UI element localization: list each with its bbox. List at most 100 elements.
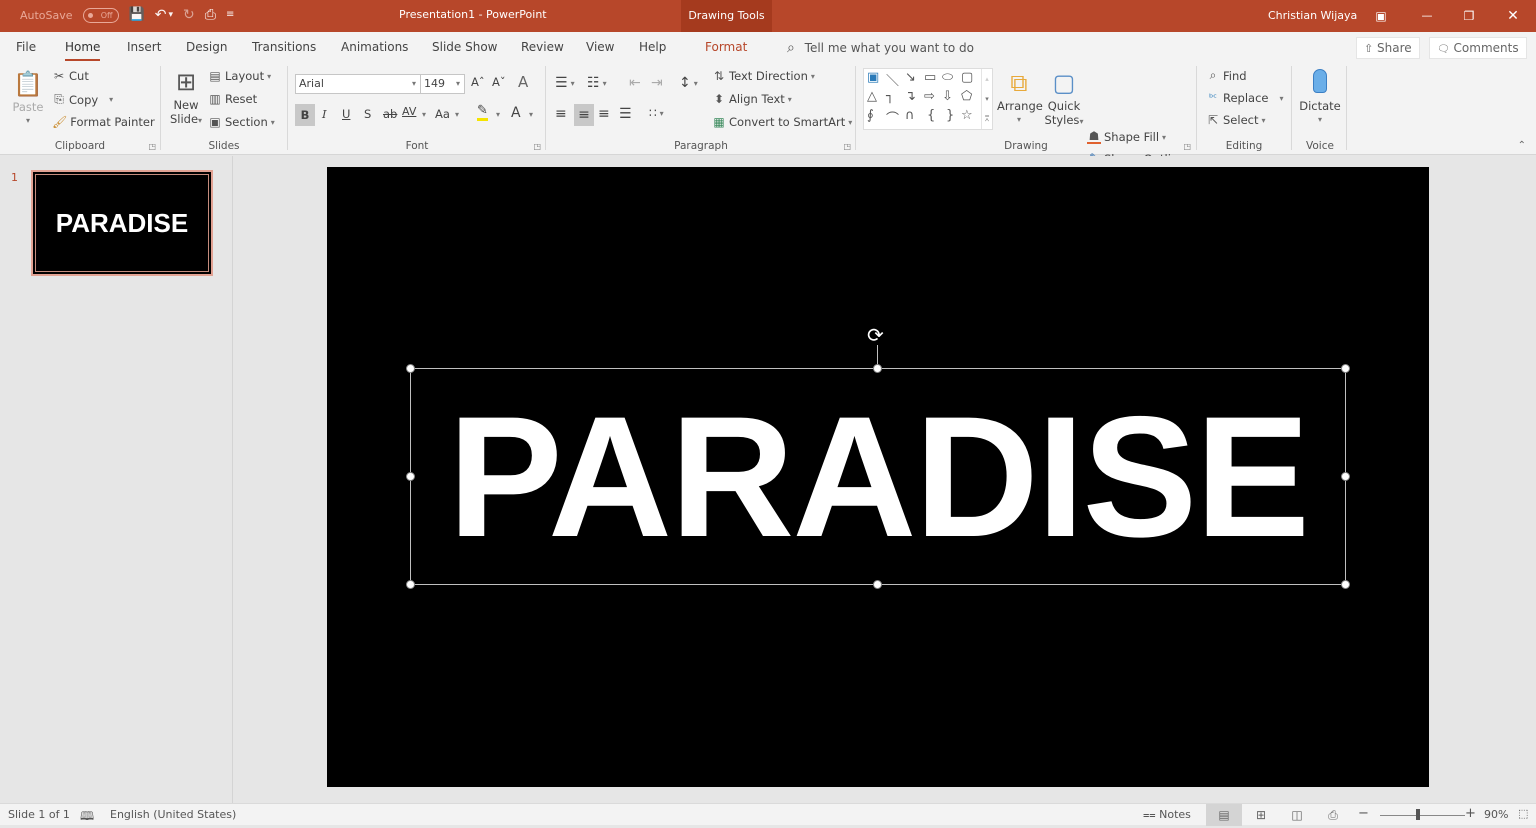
- decrease-font-size-button[interactable]: Aˇ: [492, 75, 506, 89]
- font-dialog-launcher-icon[interactable]: ◳: [533, 142, 541, 151]
- section-button[interactable]: ▣ Section ▾: [208, 115, 274, 129]
- tab-insert[interactable]: Insert: [127, 40, 161, 54]
- save-icon[interactable]: 💾: [129, 7, 145, 23]
- dictate-button[interactable]: Dictate ▾: [1297, 67, 1343, 127]
- character-spacing-button[interactable]: AV: [402, 105, 416, 118]
- notes-button[interactable]: ⩵ Notes: [1143, 808, 1191, 822]
- arrange-button[interactable]: ⧉ Arrange ▾: [997, 67, 1043, 127]
- slide-title-text[interactable]: PARADISE: [411, 369, 1345, 584]
- resize-handle-left[interactable]: [406, 472, 415, 481]
- autosave-toggle[interactable]: Off: [82, 7, 119, 23]
- gallery-more-icon[interactable]: ⩞: [982, 109, 992, 129]
- shape-elbow-connector-icon[interactable]: ┐: [886, 89, 894, 104]
- shape-rounded-rectangle-icon[interactable]: ▢: [961, 70, 973, 85]
- shape-arc-icon[interactable]: ⌒: [886, 108, 899, 127]
- align-center-icon[interactable]: ≡: [574, 104, 594, 126]
- shape-curve-icon[interactable]: ∩: [905, 108, 915, 123]
- text-shadow-button[interactable]: S: [364, 107, 371, 121]
- font-name-dropdown-icon[interactable]: ▾: [412, 75, 416, 93]
- increase-indent-icon[interactable]: ⇥: [651, 75, 663, 91]
- zoom-level[interactable]: 90%: [1484, 808, 1508, 821]
- cut-button[interactable]: ✂ Cut: [52, 69, 89, 83]
- zoom-in-icon[interactable]: +: [1465, 806, 1476, 821]
- increase-font-size-button[interactable]: Aˆ: [471, 75, 485, 89]
- strikethrough-button[interactable]: ab: [383, 107, 397, 121]
- reading-view-icon[interactable]: ◫: [1279, 804, 1315, 826]
- quick-styles-button[interactable]: ▢ Quick Styles▾: [1043, 67, 1085, 129]
- normal-view-icon[interactable]: ▤: [1206, 804, 1242, 826]
- zoom-slider-track[interactable]: [1380, 815, 1465, 816]
- align-right-icon[interactable]: ≡: [598, 106, 610, 122]
- new-slide-button[interactable]: ⊞ New Slide▾: [168, 66, 204, 128]
- restore-icon[interactable]: ❐: [1446, 0, 1492, 32]
- shape-right-arrow-icon[interactable]: ⇨: [924, 89, 935, 104]
- numbering-icon[interactable]: ☷ ▾: [587, 75, 607, 91]
- change-case-button[interactable]: Aa: [435, 107, 450, 121]
- select-button[interactable]: ⇱ Select ▾: [1206, 113, 1266, 127]
- highlight-color-icon[interactable]: ✎: [477, 104, 488, 121]
- tab-help[interactable]: Help: [639, 40, 666, 54]
- resize-handle-bottom-left[interactable]: [406, 580, 415, 589]
- shape-line-icon[interactable]: ＼: [886, 70, 899, 89]
- columns-icon[interactable]: ∷ ▾: [649, 106, 664, 120]
- tell-me-search[interactable]: ⌕ Tell me what you want to do: [787, 40, 974, 56]
- font-size-combo[interactable]: 149 ▾: [420, 74, 465, 94]
- font-color-button[interactable]: A: [511, 105, 521, 121]
- tab-review[interactable]: Review: [521, 40, 564, 54]
- shape-star-icon[interactable]: ☆: [961, 108, 973, 123]
- tab-slide-show[interactable]: Slide Show: [432, 40, 497, 54]
- character-spacing-dropdown-icon[interactable]: ▾: [422, 110, 426, 119]
- text-direction-button[interactable]: ⇅ Text Direction ▾: [712, 69, 815, 83]
- bold-button[interactable]: B: [295, 104, 315, 126]
- shape-left-brace-icon[interactable]: {: [927, 108, 935, 123]
- replace-button[interactable]: ᵇᶜ Replace ▾: [1206, 91, 1284, 105]
- shapes-gallery-scroll[interactable]: ▴ ▾ ⩞: [981, 69, 992, 129]
- tab-transitions[interactable]: Transitions: [252, 40, 316, 54]
- fit-to-window-icon[interactable]: ⬚: [1518, 807, 1528, 820]
- resize-handle-bottom-right[interactable]: [1341, 580, 1350, 589]
- share-button[interactable]: ⇧ Share: [1356, 37, 1420, 59]
- clear-formatting-icon[interactable]: A: [518, 73, 528, 91]
- shape-rectangle-icon[interactable]: ▭: [924, 70, 936, 85]
- shape-oval-icon[interactable]: ⬭: [942, 70, 953, 85]
- redo-icon[interactable]: ↻: [183, 7, 195, 23]
- zoom-slider-thumb[interactable]: [1416, 809, 1421, 820]
- align-left-icon[interactable]: ≡: [555, 106, 567, 122]
- shape-down-arrow-icon[interactable]: ⇩: [942, 89, 953, 104]
- tab-file[interactable]: File: [16, 40, 36, 54]
- change-case-dropdown-icon[interactable]: ▾: [455, 110, 459, 119]
- resize-handle-top-left[interactable]: [406, 364, 415, 373]
- close-icon[interactable]: ✕: [1490, 0, 1536, 32]
- collapse-ribbon-icon[interactable]: ⌃: [1518, 140, 1526, 151]
- shape-triangle-icon[interactable]: △: [867, 89, 877, 104]
- language-indicator[interactable]: English (United States): [110, 808, 236, 821]
- font-color-dropdown-icon[interactable]: ▾: [529, 110, 533, 119]
- minimize-icon[interactable]: —: [1404, 0, 1450, 32]
- rotate-handle-icon[interactable]: ⟳: [867, 325, 884, 345]
- find-button[interactable]: ⌕ Find: [1206, 68, 1247, 83]
- highlight-dropdown-icon[interactable]: ▾: [496, 110, 500, 119]
- shape-arrow-icon[interactable]: ↘: [905, 70, 916, 85]
- shapes-gallery[interactable]: ▣ ＼ ↘ ▭ ⬭ ▢ △ ┐ ↴ ⇨ ⇩ ⬠ ∮ ⌒ ∩ { } ☆ ▴ ▾ …: [863, 68, 993, 130]
- user-name[interactable]: Christian Wijaya: [1268, 9, 1357, 22]
- tab-design[interactable]: Design: [186, 40, 227, 54]
- justify-icon[interactable]: ☰: [619, 106, 632, 122]
- undo-icon[interactable]: ↶: [155, 7, 167, 23]
- slideshow-view-icon[interactable]: ⎙: [1315, 804, 1351, 826]
- tab-animations[interactable]: Animations: [341, 40, 408, 54]
- clipboard-dialog-launcher-icon[interactable]: ◳: [148, 142, 156, 151]
- slide-sorter-view-icon[interactable]: ⊞: [1243, 804, 1279, 826]
- reset-button[interactable]: ▥ Reset: [208, 92, 257, 106]
- format-painter-button[interactable]: 🖌 Format Painter: [52, 115, 155, 129]
- shape-fill-button[interactable]: ☗ Shape Fill ▾: [1087, 130, 1166, 144]
- gallery-up-icon[interactable]: ▴: [982, 69, 992, 89]
- undo-dropdown-icon[interactable]: ▾: [168, 7, 173, 23]
- shape-elbow-arrow-icon[interactable]: ↴: [905, 89, 916, 104]
- convert-to-smartart-button[interactable]: ▦ Convert to SmartArt ▾: [712, 115, 852, 129]
- paste-button[interactable]: 📋 Paste ▾: [10, 68, 46, 128]
- layout-button[interactable]: ▤ Layout ▾: [208, 69, 271, 83]
- customize-qat-icon[interactable]: ≡: [226, 7, 234, 23]
- tab-view[interactable]: View: [586, 40, 614, 54]
- font-name-combo[interactable]: Arial ▾: [295, 74, 421, 94]
- tab-home[interactable]: Home: [65, 40, 101, 61]
